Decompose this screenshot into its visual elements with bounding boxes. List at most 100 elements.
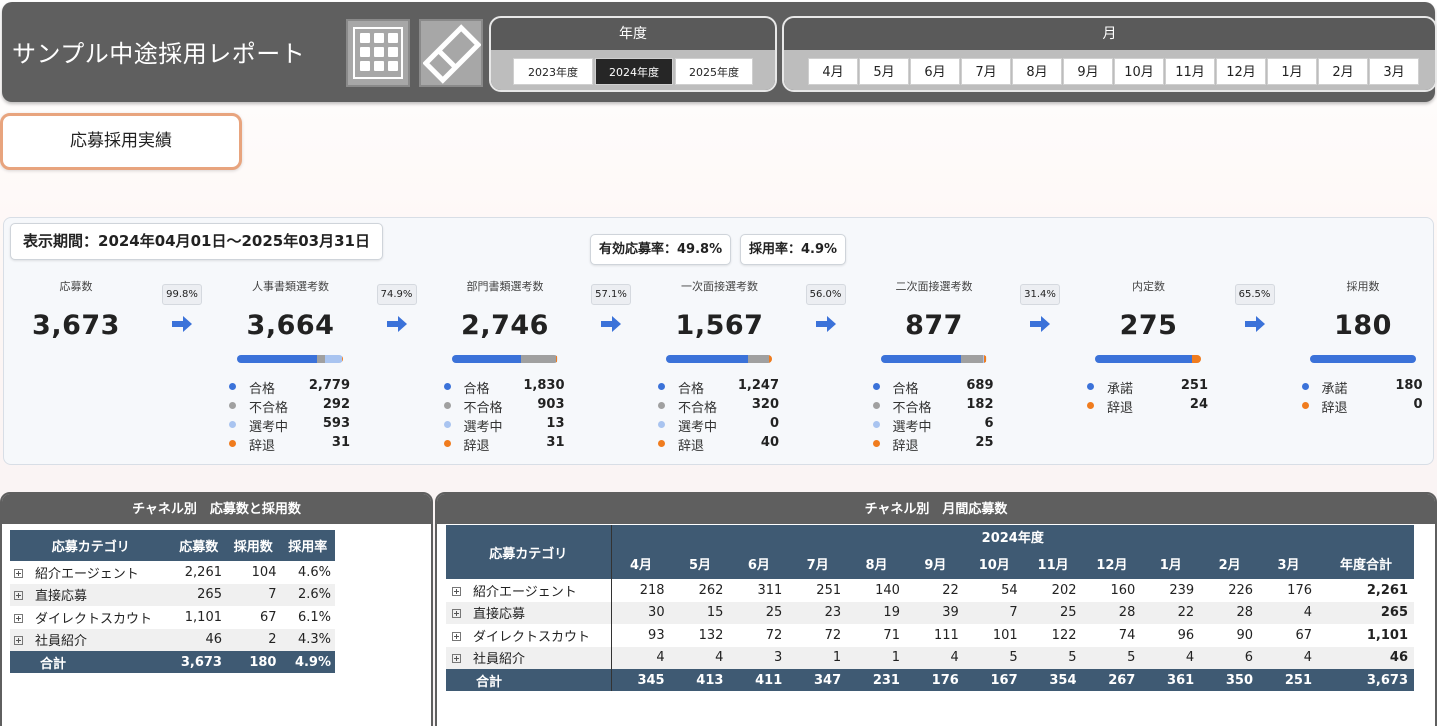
breakdown-row: 辞退 0 [1301,396,1423,416]
category-cell[interactable]: 紹介エージェント [10,561,171,584]
month-option-5[interactable]: 8月 [1012,58,1062,85]
value-cell: 72 [765,627,783,643]
value-cell: 25 [729,601,789,624]
breakdown-label: 不合格 [249,401,289,416]
value-cell: 202 [1051,582,1077,598]
expand-icon[interactable] [14,591,23,601]
results-section-button[interactable]: 応募採用実績 [0,113,242,170]
total-label: 合計 [10,651,172,673]
total-value: 411 [729,669,789,691]
expand-icon[interactable] [452,654,461,664]
arrow-right-icon [386,316,407,332]
value-cell: 5 [1023,646,1083,669]
breakdown-row: 選考中 0 [658,415,779,435]
expand-icon[interactable] [452,609,461,619]
expand-icon[interactable] [14,568,23,578]
category-cell[interactable]: ダイレクトスカウト [10,606,171,629]
category-cell[interactable]: ダイレクトスカウト [446,624,611,647]
total-value: 3,673 [171,651,226,673]
expand-icon[interactable] [14,636,23,646]
breakdown-row: 辞退 31 [229,434,350,454]
breakdown-row: 不合格 320 [658,396,779,416]
value-cell: 262 [698,582,724,598]
category-name: ダイレクトスカウト [35,611,153,627]
stage-label: 二次面接選考数 [895,280,973,293]
recruitment-funnel-panel: 表示期間：2024年04月01日～2025年03月31日 有効応募率：49.8%… [3,217,1434,465]
arrow-right-icon [1030,316,1050,332]
expand-icon[interactable] [452,586,461,596]
month-option-2[interactable]: 5月 [859,58,909,85]
month-option-12[interactable]: 3月 [1369,58,1419,85]
expand-icon[interactable] [452,631,461,641]
category-name: 直接応募 [35,589,88,605]
value-cell: 5 [964,646,1024,669]
col-month: 4月 [610,547,671,579]
value-cell: 93 [610,624,671,647]
value-cell: 1 [788,646,848,669]
bar-segment-in_progress [325,355,343,363]
row-total-cell: 1,101 [1366,627,1408,643]
value-cell: 96 [1177,627,1195,643]
month-option-10[interactable]: 1月 [1267,58,1317,85]
value-cell: 25 [1023,601,1083,624]
status-dot-icon [229,440,236,447]
value-cell: 4 [1259,601,1318,624]
breakdown-value: 6 [984,416,994,431]
report-title: サンプル中途採用レポート [12,40,306,68]
category-cell[interactable]: 社員紹介 [446,646,611,669]
month-option-9[interactable]: 12月 [1216,58,1266,85]
total-value: 176 [905,669,965,691]
bar-segment-pass [451,355,522,363]
value-cell: 218 [610,579,671,602]
col-month: 6月 [729,547,789,579]
month-option-1[interactable]: 4月 [808,58,858,85]
month-option-3[interactable]: 6月 [910,58,960,85]
status-dot-icon [229,421,236,428]
status-dot-icon [1301,402,1309,409]
status-dot-icon [658,402,665,409]
category-cell[interactable]: 直接応募 [10,583,172,606]
funnel-stage: 二次面接選考数 877 [830,278,1038,341]
value-cell: 6 [1200,646,1260,669]
breakdown-label: 選考中 [892,420,932,435]
bar-segment-decline [983,355,987,363]
category-cell[interactable]: 社員紹介 [10,628,172,651]
category-cell[interactable]: 直接応募 [446,601,611,624]
breakdown-value: 292 [322,397,350,412]
grid-icon[interactable] [346,19,410,87]
status-dot-icon [229,402,236,409]
breakdown-value: 180 [1395,378,1423,393]
expand-icon[interactable] [14,613,23,623]
channel-monthly-title: チャネル別 月間応募数 [437,494,1435,524]
breakdown-row: 合格 2,779 [229,377,350,397]
stage-breakdown: 承諾 251 辞退 24 [1087,377,1208,416]
value-cell: 239 [1169,582,1195,598]
year-option-2024[interactable]: 2024年度 [595,58,673,85]
col-category: 応募カテゴリ [446,525,611,579]
value-cell: 4.3% [280,628,335,651]
value-cell: 251 [816,582,842,598]
breakdown-value: 1,247 [737,378,779,393]
month-option-4[interactable]: 7月 [961,58,1011,85]
category-cell[interactable]: 紹介エージェント [446,579,611,602]
breakdown-row: 選考中 13 [443,415,565,435]
channel-summary-panel: チャネル別 応募数と採用数 応募カテゴリ 応募数 採用数 採用率 紹介エージェン… [0,492,433,726]
month-option-11[interactable]: 2月 [1318,58,1368,85]
month-option-8[interactable]: 11月 [1165,58,1215,85]
value-cell: 4 [670,646,730,669]
year-option-2025[interactable]: 2025年度 [675,58,753,85]
channel-monthly-panel: チャネル別 月間応募数 応募カテゴリ 2024年度 4月 5月 6月 7月 8月 9月 10月 1… [435,492,1437,726]
month-option-6[interactable]: 9月 [1063,58,1113,85]
year-option-2023[interactable]: 2023年度 [513,58,593,85]
breakdown-value: 251 [1180,378,1208,393]
breakdown-label: 選考中 [249,420,289,435]
value-cell: 160 [1110,582,1136,598]
month-option-7[interactable]: 10月 [1114,58,1164,85]
status-dot-icon [443,402,451,409]
eraser-icon[interactable] [419,19,483,87]
breakdown-row: 辞退 40 [658,434,779,454]
row-total-cell: 46 [1318,646,1414,669]
value-cell: 54 [1001,582,1018,598]
breakdown-row: 辞退 25 [872,434,994,454]
value-cell: 72 [824,627,842,643]
